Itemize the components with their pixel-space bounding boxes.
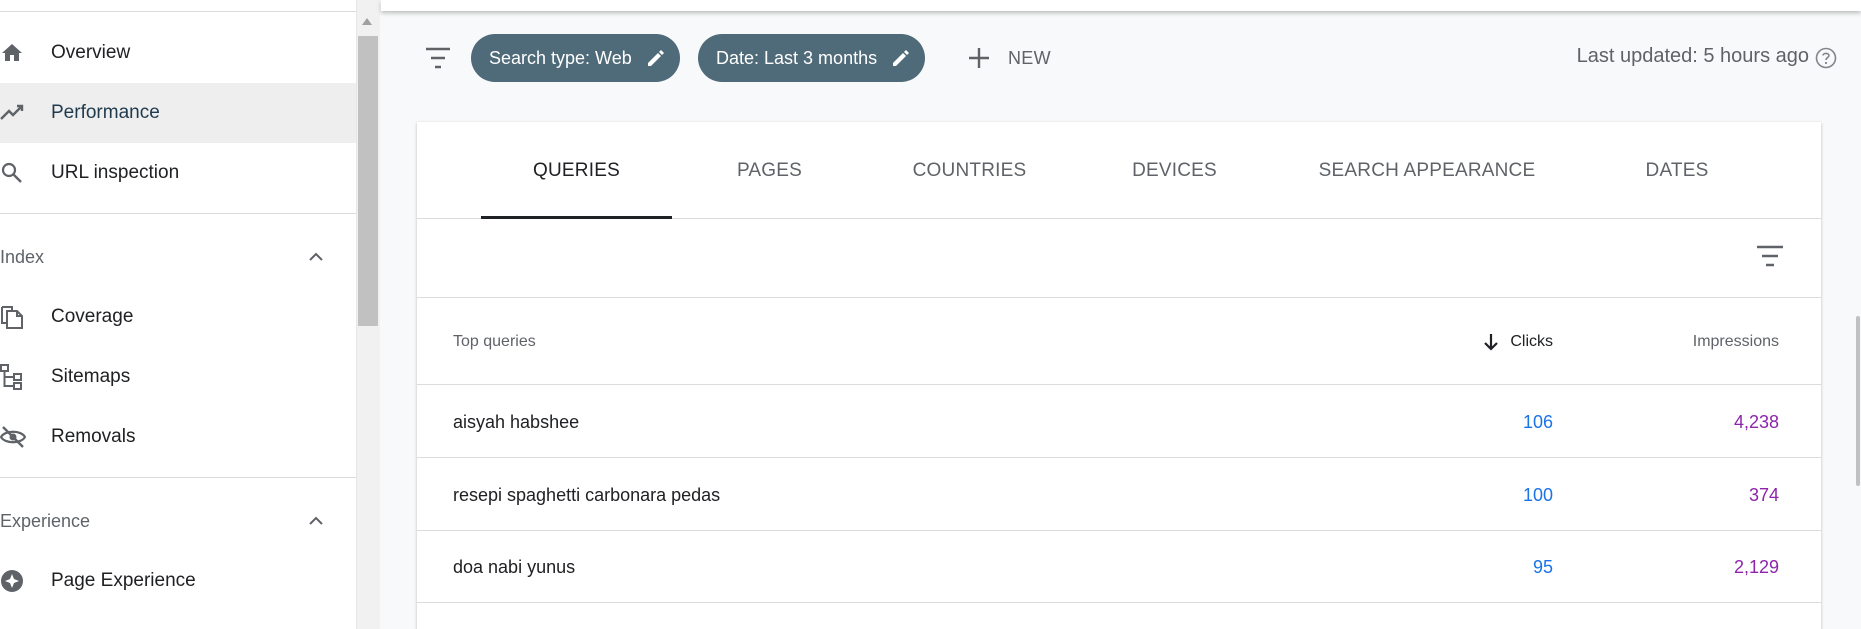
impressions-cell: 2,129 <box>1733 556 1779 577</box>
sitemap-icon <box>0 364 26 390</box>
impressions-cell: 374 <box>1748 484 1779 505</box>
sidebar-divider <box>0 213 356 214</box>
table-row[interactable]: aisyah habshee 106 4,238 <box>417 386 1821 458</box>
search-console-window: Overview Performance URL inspection Inde… <box>0 0 1861 629</box>
section-header-index[interactable]: Index <box>0 232 356 282</box>
sidebar: Overview Performance URL inspection Inde… <box>0 0 356 629</box>
clicks-cell: 106 <box>1522 411 1553 432</box>
sidebar-scrollbar-thumb[interactable] <box>358 36 378 326</box>
main-content: Search type: Web Date: Last 3 months NEW… <box>381 0 1861 629</box>
sidebar-item-url-inspection[interactable]: URL inspection <box>0 143 356 203</box>
sidebar-item-label: Coverage <box>51 306 134 327</box>
clicks-cell: 95 <box>1532 556 1553 577</box>
section-label: Index <box>0 246 45 267</box>
query-cell: doa nabi yunus <box>453 556 576 577</box>
chevron-up-icon <box>305 510 327 532</box>
date-range-chip[interactable]: Date: Last 3 months <box>698 34 926 82</box>
table-filter-icon[interactable] <box>1755 243 1785 269</box>
page-scrollbar-thumb[interactable] <box>1856 316 1860 486</box>
impressions-cell: 4,238 <box>1733 411 1779 432</box>
sidebar-item-label: Overview <box>51 42 131 63</box>
tab-devices[interactable]: DEVICES <box>1087 122 1262 219</box>
home-icon <box>0 40 26 66</box>
sidebar-item-sitemaps[interactable]: Sitemaps <box>0 347 356 407</box>
help-icon[interactable] <box>1815 47 1837 69</box>
sidebar-item-label: URL inspection <box>51 162 180 183</box>
query-cell: aisyah habshee <box>453 411 580 432</box>
tab-dates[interactable]: DATES <box>1592 122 1762 219</box>
clicks-cell: 100 <box>1522 484 1553 505</box>
tab-countries[interactable]: COUNTRIES <box>867 122 1072 219</box>
filter-list-icon[interactable] <box>421 44 455 72</box>
chip-label: Date: Last 3 months <box>716 47 878 68</box>
column-header-clicks[interactable]: Clicks <box>1482 298 1553 385</box>
table-row[interactable]: doa nabi yunus 95 2,129 <box>417 531 1821 603</box>
tab-pages[interactable]: PAGES <box>687 122 852 219</box>
tab-queries[interactable]: QUERIES <box>481 122 672 219</box>
new-button-label: NEW <box>1008 47 1051 68</box>
table-header: Top queries Clicks Impressions <box>417 298 1821 385</box>
scroll-up-arrow-icon[interactable] <box>362 18 372 25</box>
trending-up-icon <box>0 100 26 126</box>
sidebar-item-overview[interactable]: Overview <box>0 23 356 83</box>
column-header-query: Top queries <box>453 332 536 350</box>
sidebar-item-removals[interactable]: Removals <box>0 407 356 467</box>
sidebar-item-performance[interactable]: Performance <box>0 83 356 143</box>
column-header-impressions[interactable]: Impressions <box>1693 298 1779 385</box>
pencil-icon <box>646 48 666 68</box>
top-app-bar-edge <box>381 0 1861 11</box>
sidebar-item-label: Removals <box>51 426 136 447</box>
sidebar-item-page-experience[interactable]: Page Experience <box>0 551 356 611</box>
chip-label: Search type: Web <box>489 47 632 68</box>
chevron-up-icon <box>305 246 327 268</box>
search-type-chip[interactable]: Search type: Web <box>471 34 680 82</box>
sidebar-item-label: Page Experience <box>51 570 196 591</box>
query-cell: resepi spaghetti carbonara pedas <box>453 484 721 505</box>
performance-table-card: QUERIES PAGES COUNTRIES DEVICES SEARCH A… <box>417 122 1821 629</box>
table-toolbar <box>417 219 1821 298</box>
plus-icon <box>966 45 992 71</box>
new-filter-button[interactable]: NEW <box>966 38 1051 78</box>
coverage-icon <box>0 304 26 330</box>
arrow-down-icon <box>1484 333 1499 351</box>
page-experience-icon <box>0 568 26 594</box>
section-header-experience[interactable]: Experience <box>0 496 356 546</box>
sidebar-divider <box>0 477 356 478</box>
sidebar-item-label: Sitemaps <box>51 366 131 387</box>
sidebar-item-label: Performance <box>51 102 160 123</box>
section-label: Experience <box>0 510 91 531</box>
eye-off-icon <box>0 424 26 450</box>
pencil-icon <box>891 48 911 68</box>
table-row[interactable]: resepi spaghetti carbonara pedas 100 374 <box>417 459 1821 531</box>
last-updated-text: Last updated: 5 hours ago <box>1576 45 1809 67</box>
dimension-tabs: QUERIES PAGES COUNTRIES DEVICES SEARCH A… <box>417 122 1821 219</box>
sidebar-top-divider <box>0 0 356 12</box>
search-icon <box>0 160 26 186</box>
sidebar-item-coverage[interactable]: Coverage <box>0 287 356 347</box>
column-header-label: Clicks <box>1510 332 1553 350</box>
tab-search-appearance[interactable]: SEARCH APPEARANCE <box>1277 122 1577 219</box>
